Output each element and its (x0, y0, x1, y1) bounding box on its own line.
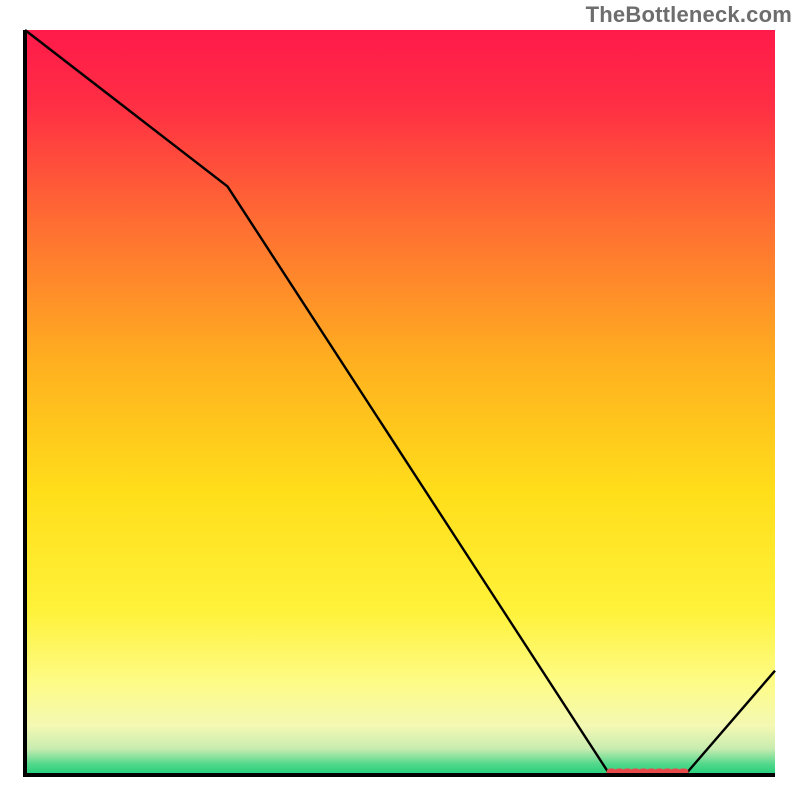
chart-svg (0, 0, 800, 800)
gradient-background (25, 30, 775, 775)
watermark-text: TheBottleneck.com (586, 2, 792, 28)
chart-container: TheBottleneck.com (0, 0, 800, 800)
